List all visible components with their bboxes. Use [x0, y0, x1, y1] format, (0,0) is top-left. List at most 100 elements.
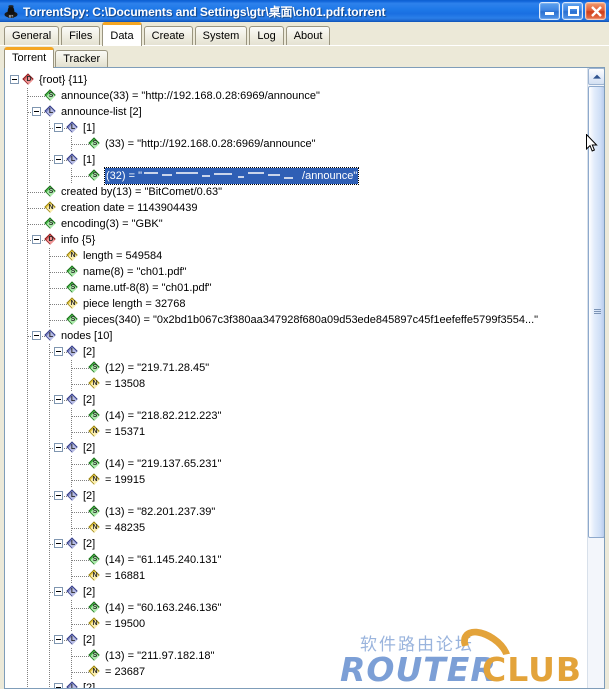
tree-row-label[interactable]: = 13508 [105, 376, 145, 392]
tab-files[interactable]: Files [61, 26, 101, 46]
tree-row-label[interactable]: = 19915 [105, 472, 145, 488]
tree-row-label[interactable]: = 48235 [105, 520, 145, 536]
tab-system[interactable]: System [194, 26, 248, 46]
tab-log[interactable]: Log [249, 26, 284, 46]
tree-collapse-button[interactable] [54, 587, 63, 596]
tree-collapse-button[interactable] [54, 539, 63, 548]
tree-row-label[interactable]: (13) = "82.201.237.39" [105, 504, 215, 520]
tree-collapse-button[interactable] [32, 235, 41, 244]
tree-row-label[interactable]: [2] [83, 536, 95, 552]
tree-row-label[interactable]: = 16881 [105, 568, 145, 584]
tab-general[interactable]: General [4, 26, 60, 46]
tree-connector-line [72, 416, 89, 417]
tree-guide-line [27, 360, 28, 376]
tree-row-label[interactable]: nodes [10] [61, 328, 112, 344]
tree-row-label[interactable]: (14) = "60.163.246.136" [105, 600, 221, 616]
tree-collapse-button[interactable] [54, 123, 63, 132]
tree-row-label[interactable]: = 23687 [105, 664, 145, 680]
tree-row-label[interactable]: [2] [83, 680, 95, 688]
tree-row-label[interactable]: [2] [83, 392, 95, 408]
tree-collapse-button[interactable] [54, 635, 63, 644]
redacted-url-text [142, 170, 303, 182]
tree-row-label[interactable]: (14) = "218.82.212.223" [105, 408, 221, 424]
tree-guide-line [49, 520, 50, 536]
window-title: TorrentSpy: C:\Documents and Settings\gt… [23, 4, 386, 19]
tree-row-label-suffix: /announce" [302, 170, 358, 182]
tree-row-label[interactable]: [1] [83, 152, 95, 168]
tree-row-label[interactable]: = 19500 [105, 616, 145, 632]
list-node-icon: L [66, 489, 79, 502]
num-node-icon: N [88, 665, 101, 678]
scroll-up-button[interactable] [588, 68, 604, 85]
tree-collapse-button[interactable] [54, 443, 63, 452]
tree-collapse-button[interactable] [10, 75, 19, 84]
tree-row-label[interactable]: piece length = 32768 [83, 296, 185, 312]
tree-guide-line [27, 504, 28, 520]
maximize-button[interactable] [562, 2, 583, 20]
tree-row-label[interactable]: created by(13) = "BitComet/0.63" [61, 184, 222, 200]
tree-collapse-button[interactable] [54, 491, 63, 500]
tree-collapse-button[interactable] [54, 347, 63, 356]
tree-row-label[interactable]: name.utf-8(8) = "ch01.pdf" [83, 280, 212, 296]
tree-guide-line [27, 648, 28, 664]
tree-row-label[interactable]: [1] [83, 120, 95, 136]
str-node-icon: S [88, 457, 101, 470]
tab-data[interactable]: Data [102, 22, 142, 46]
tree-row-label[interactable]: {root} {11} [39, 72, 87, 88]
tree-row-label[interactable]: pieces(340) = "0x2bd1b067c3f380aa347928f… [83, 312, 538, 328]
tree-row-label[interactable]: (13) = "211.97.182.18" [105, 648, 214, 664]
tab-label: Files [69, 30, 93, 42]
tree-row-label[interactable]: (33) = "http://192.168.0.28:6969/announc… [105, 136, 316, 152]
tree-guide-line [49, 456, 50, 472]
bencode-tree-view[interactable]: D {root} {11} Sannounce(33) = "http://192.… [4, 67, 605, 689]
subtab-torrent[interactable]: Torrent [4, 47, 55, 68]
tree-connector-line [50, 304, 67, 305]
tree-row-label[interactable]: length = 549584 [83, 248, 162, 264]
tab-label: Log [257, 30, 276, 42]
scrollbar-thumb[interactable] [588, 86, 604, 538]
tree-guide-line [49, 552, 50, 568]
vertical-scrollbar[interactable] [587, 68, 604, 688]
tree-connector-line [72, 368, 89, 369]
subtab-tracker[interactable]: Tracker [55, 50, 109, 68]
tree-row-label[interactable]: (14) = "61.145.240.131" [105, 552, 221, 568]
minimize-button[interactable] [539, 2, 560, 20]
num-node-icon: N [44, 201, 57, 214]
num-node-icon: N [88, 425, 101, 438]
tree-row-label[interactable]: (14) = "219.137.65.231" [105, 456, 221, 472]
tree-row-label[interactable]: [2] [83, 584, 95, 600]
tree-collapse-button[interactable] [54, 155, 63, 164]
tree-guide-line [49, 648, 50, 664]
tree-row-label[interactable]: encoding(3) = "GBK" [61, 216, 163, 232]
tree-row-label[interactable]: [2] [83, 488, 95, 504]
tree-collapse-button[interactable] [32, 107, 41, 116]
list-node-icon: L [66, 633, 79, 646]
data-panel: Torrent Tracker D {root} {11} Sannounce(33)… [0, 45, 609, 689]
tree-collapse-button[interactable] [54, 683, 63, 688]
num-node-icon: N [88, 521, 101, 534]
tree-row-label[interactable]: = 15371 [105, 424, 145, 440]
tree-row-label[interactable]: announce-list [2] [61, 104, 142, 120]
tree-row-label[interactable]: creation date = 1143904439 [61, 200, 198, 216]
close-button[interactable] [585, 2, 606, 20]
tree-guide-line [27, 136, 28, 152]
num-node-icon: N [88, 473, 101, 486]
tree-row-label[interactable]: [2] [83, 344, 95, 360]
tree-row-label[interactable]: info {5} [61, 232, 95, 248]
tree-row-label[interactable]: announce(33) = "http://192.168.0.28:6969… [61, 88, 320, 104]
tab-create[interactable]: Create [143, 26, 193, 46]
title-bar: BT TorrentSpy: C:\Documents and Settings… [0, 0, 609, 22]
tree-row-label-selected[interactable]: (32) = " /announce" [103, 167, 360, 185]
tree-guide-line [27, 392, 28, 408]
tree-row-label[interactable]: name(8) = "ch01.pdf" [83, 264, 187, 280]
tree-row-label[interactable]: [2] [83, 632, 95, 648]
str-node-icon: S [66, 313, 79, 326]
str-node-icon: S [88, 361, 101, 374]
tab-about[interactable]: About [285, 26, 331, 46]
tree-collapse-button[interactable] [32, 331, 41, 340]
tree-collapse-button[interactable] [54, 395, 63, 404]
tree-row-label[interactable]: (12) = "219.71.28.45" [105, 360, 209, 376]
subtab-label: Torrent [12, 52, 47, 64]
main-tab-bar: General Files Data Create System Log About [0, 22, 609, 46]
tree-row-label[interactable]: [2] [83, 440, 95, 456]
